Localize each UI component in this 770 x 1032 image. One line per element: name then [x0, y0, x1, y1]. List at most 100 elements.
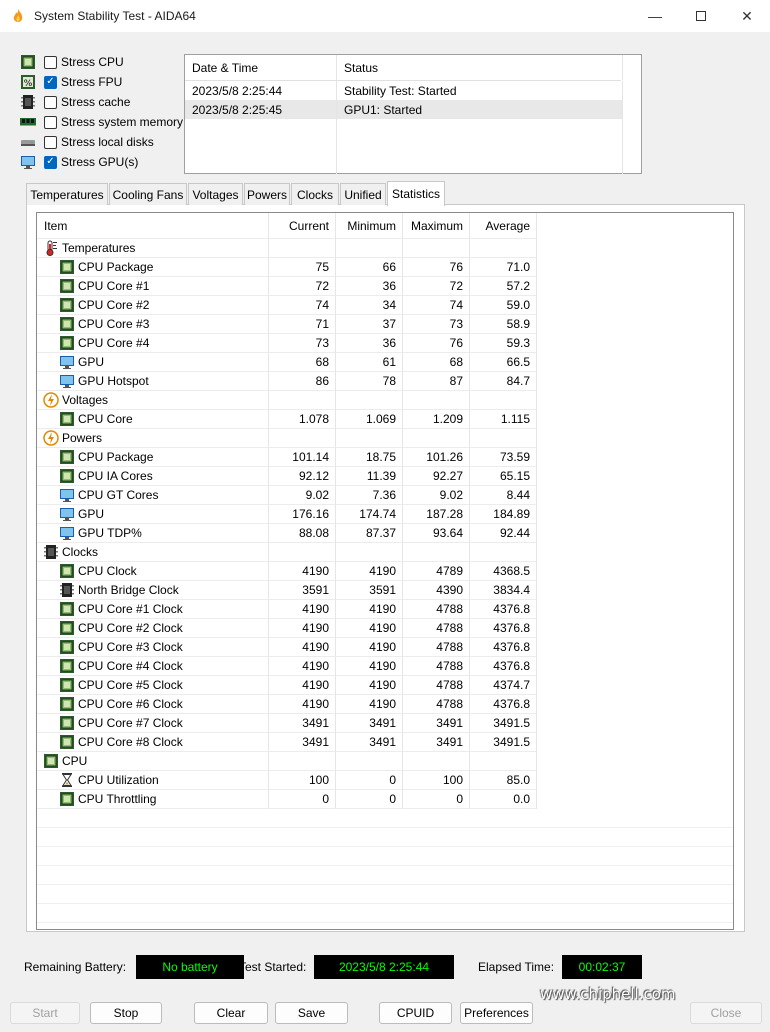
average-value: 84.7: [470, 372, 537, 391]
stress-checkbox[interactable]: [44, 155, 57, 169]
table-row[interactable]: CPU Core 1.078 1.069 1.209 1.115: [37, 410, 537, 429]
stress-option-row[interactable]: Stress cache: [20, 92, 130, 112]
minimize-button[interactable]: —: [632, 0, 678, 32]
table-group-row[interactable]: Powers: [37, 429, 537, 448]
table-row[interactable]: GPU TDP% 88.08 87.37 93.64 92.44: [37, 524, 537, 543]
stress-checkbox[interactable]: [44, 55, 57, 69]
minimum-value: 4190: [336, 619, 403, 638]
item-label: CPU Core #7 Clock: [78, 716, 183, 730]
table-row[interactable]: CPU Package 101.14 18.75 101.26 73.59: [37, 448, 537, 467]
stress-option-row[interactable]: % Stress FPU: [20, 72, 122, 92]
table-row[interactable]: CPU Core #3 Clock 4190 4190 4788 4376.8: [37, 638, 537, 657]
table-row[interactable]: CPU Core #6 Clock 4190 4190 4788 4376.8: [37, 695, 537, 714]
item-cell: GPU: [37, 505, 269, 524]
table-row[interactable]: CPU Throttling 0 0 0 0.0: [37, 790, 537, 809]
average-value: 92.44: [470, 524, 537, 543]
table-row[interactable]: CPU Core #2 74 34 74 59.0: [37, 296, 537, 315]
table-row[interactable]: GPU Hotspot 86 78 87 84.7: [37, 372, 537, 391]
event-log-table[interactable]: Date & Time Status 2023/5/8 2:25:44 Stab…: [184, 54, 642, 174]
table-row[interactable]: CPU Core #7 Clock 3491 3491 3491 3491.5: [37, 714, 537, 733]
stop-button[interactable]: Stop: [90, 1002, 162, 1024]
minimum-value: [336, 543, 403, 562]
log-row[interactable]: 2023/5/8 2:25:45 GPU1: Started: [185, 100, 623, 119]
table-row[interactable]: GPU 176.16 174.74 187.28 184.89: [37, 505, 537, 524]
header-minimum[interactable]: Minimum: [336, 213, 403, 239]
current-value: 1.078: [269, 410, 336, 429]
stress-option-label[interactable]: Stress CPU: [61, 55, 124, 69]
minimum-value: 11.39: [336, 467, 403, 486]
table-group-row[interactable]: Voltages: [37, 391, 537, 410]
current-value: 101.14: [269, 448, 336, 467]
table-row[interactable]: GPU 68 61 68 66.5: [37, 353, 537, 372]
preferences-button[interactable]: Preferences: [460, 1002, 533, 1024]
maximum-value: 100: [403, 771, 470, 790]
current-value: 0: [269, 790, 336, 809]
header-current[interactable]: Current: [269, 213, 336, 239]
table-row[interactable]: CPU Core #5 Clock 4190 4190 4788 4374.7: [37, 676, 537, 695]
minimum-value: 36: [336, 277, 403, 296]
stress-option-label[interactable]: Stress local disks: [61, 135, 154, 149]
average-value: 66.5: [470, 353, 537, 372]
current-value: 71: [269, 315, 336, 334]
save-button[interactable]: Save: [275, 1002, 348, 1024]
table-group-row[interactable]: CPU: [37, 752, 537, 771]
stress-checkbox[interactable]: [44, 135, 57, 149]
minimum-value: 174.74: [336, 505, 403, 524]
table-row[interactable]: CPU Clock 4190 4190 4789 4368.5: [37, 562, 537, 581]
minimum-value: 4190: [336, 600, 403, 619]
table-row[interactable]: CPU Utilization 100 0 100 85.0: [37, 771, 537, 790]
stress-option-row[interactable]: Stress CPU: [20, 52, 124, 72]
current-value: 68: [269, 353, 336, 372]
close-window-button[interactable]: ✕: [724, 0, 770, 32]
tab-powers[interactable]: Powers: [244, 183, 290, 205]
table-row[interactable]: CPU Core #8 Clock 3491 3491 3491 3491.5: [37, 733, 537, 752]
average-value: [470, 429, 537, 448]
header-item[interactable]: Item: [37, 213, 269, 239]
tab-clocks[interactable]: Clocks: [291, 183, 339, 205]
stress-option-row[interactable]: Stress system memory: [20, 112, 183, 132]
close-button[interactable]: Close: [690, 1002, 762, 1024]
stress-option-label[interactable]: Stress cache: [61, 95, 130, 109]
table-row[interactable]: CPU Core #1 72 36 72 57.2: [37, 277, 537, 296]
table-row[interactable]: North Bridge Clock 3591 3591 4390 3834.4: [37, 581, 537, 600]
stress-checkbox[interactable]: [44, 115, 57, 129]
table-row[interactable]: CPU GT Cores 9.02 7.36 9.02 8.44: [37, 486, 537, 505]
table-row[interactable]: CPU Package 75 66 76 71.0: [37, 258, 537, 277]
table-row[interactable]: CPU Core #1 Clock 4190 4190 4788 4376.8: [37, 600, 537, 619]
tab-cooling-fans[interactable]: Cooling Fans: [109, 183, 187, 205]
log-row[interactable]: 2023/5/8 2:25:44 Stability Test: Started: [185, 81, 623, 100]
clear-button[interactable]: Clear: [194, 1002, 268, 1024]
log-header-status[interactable]: Status: [337, 55, 623, 80]
stress-option-label[interactable]: Stress FPU: [61, 75, 122, 89]
table-row[interactable]: CPU Core #4 Clock 4190 4190 4788 4376.8: [37, 657, 537, 676]
log-header-datetime[interactable]: Date & Time: [185, 55, 337, 80]
table-group-row[interactable]: Clocks: [37, 543, 537, 562]
tab-temperatures[interactable]: Temperatures: [26, 183, 108, 205]
current-value: 4190: [269, 676, 336, 695]
maximum-value: 187.28: [403, 505, 470, 524]
header-average[interactable]: Average: [470, 213, 537, 239]
table-row[interactable]: CPU Core #4 73 36 76 59.3: [37, 334, 537, 353]
stress-option-label[interactable]: Stress GPU(s): [61, 155, 138, 169]
stress-checkbox[interactable]: [44, 75, 57, 89]
item-label: CPU Core #6 Clock: [78, 697, 183, 711]
header-maximum[interactable]: Maximum: [403, 213, 470, 239]
average-value: 3491.5: [470, 733, 537, 752]
stress-option-label[interactable]: Stress system memory: [61, 115, 183, 129]
maximize-button[interactable]: [678, 0, 724, 32]
cpuid-button[interactable]: CPUID: [379, 1002, 452, 1024]
start-button[interactable]: Start: [10, 1002, 80, 1024]
maximum-value: 9.02: [403, 486, 470, 505]
table-row[interactable]: CPU Core #3 71 37 73 58.9: [37, 315, 537, 334]
current-value: 74: [269, 296, 336, 315]
table-row[interactable]: CPU IA Cores 92.12 11.39 92.27 65.15: [37, 467, 537, 486]
tab-voltages[interactable]: Voltages: [188, 183, 243, 205]
stress-checkbox[interactable]: [44, 95, 57, 109]
statistics-table[interactable]: Item Current Minimum Maximum Average Tem…: [36, 212, 734, 930]
stress-option-row[interactable]: Stress local disks: [20, 132, 154, 152]
table-row[interactable]: CPU Core #2 Clock 4190 4190 4788 4376.8: [37, 619, 537, 638]
tab-unified[interactable]: Unified: [340, 183, 386, 205]
tab-statistics[interactable]: Statistics: [387, 181, 445, 206]
table-group-row[interactable]: Temperatures: [37, 239, 537, 258]
stress-option-row[interactable]: Stress GPU(s): [20, 152, 138, 172]
